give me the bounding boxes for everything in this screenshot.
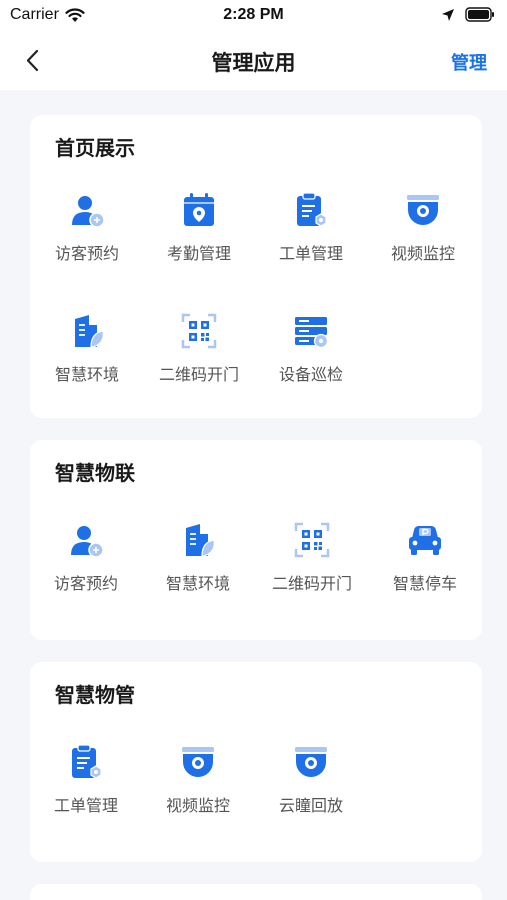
section-title: 智慧物联 — [55, 461, 135, 485]
camera-icon — [182, 747, 214, 777]
work-order-icon — [72, 744, 102, 779]
app-tile[interactable]: 云瞳回放 — [255, 744, 367, 854]
navigation-bar: 管理应用 管理 — [0, 34, 507, 90]
app-tile[interactable]: 设备巡检 — [255, 313, 367, 423]
app-label: 二维码开门 — [271, 574, 352, 593]
camera-icon — [295, 747, 327, 777]
manage-button[interactable]: 管理 — [451, 49, 487, 75]
status-bar: Carrier 2:28 PM — [0, 0, 507, 34]
section-title: 智慧物管 — [55, 683, 135, 707]
visitor-icon — [72, 196, 105, 228]
section-title: 首页展示 — [55, 136, 135, 160]
app-tile[interactable]: 访客预约 — [30, 522, 142, 632]
app-tile[interactable]: 二维码开门 — [143, 313, 255, 423]
app-label: 二维码开门 — [158, 365, 239, 384]
battery-icon — [465, 7, 494, 22]
qrcode-icon — [181, 313, 217, 349]
app-label: 考勤管理 — [166, 244, 231, 263]
location-arrow-icon — [442, 8, 454, 21]
section-card-partial — [30, 884, 482, 900]
app-label: 智慧停车 — [392, 574, 457, 593]
qrcode-icon — [294, 522, 330, 558]
app-label: 访客预约 — [54, 244, 119, 263]
app-tile[interactable]: 考勤管理 — [143, 192, 255, 302]
app-tile[interactable]: 视频监控 — [142, 744, 254, 854]
app-label: 云瞳回放 — [278, 796, 343, 815]
camera-icon — [407, 195, 439, 225]
app-label: 智慧环境 — [165, 574, 230, 593]
page-title: 管理应用 — [211, 51, 296, 75]
building-icon — [186, 524, 215, 557]
app-tile[interactable]: 视频监控 — [367, 192, 479, 302]
visitor-icon — [71, 526, 104, 558]
app-tile[interactable]: 二维码开门 — [256, 522, 368, 632]
section-card-smart-property: 智慧物管 工单管理 视频监控 云瞳回放 — [30, 662, 482, 862]
attendance-icon — [184, 193, 214, 226]
parking-car-icon — [409, 526, 441, 555]
app-label: 视频监控 — [390, 244, 455, 263]
app-tile[interactable]: 访客预约 — [31, 192, 143, 302]
device-inspection-icon — [295, 317, 329, 349]
app-label: 视频监控 — [165, 796, 230, 815]
app-label: 智慧环境 — [54, 365, 119, 384]
building-icon — [75, 315, 104, 348]
app-label: 工单管理 — [278, 244, 343, 263]
work-order-icon — [297, 192, 327, 227]
app-tile[interactable]: 智慧停车 — [369, 522, 481, 632]
app-label: 设备巡检 — [278, 365, 343, 384]
app-tile[interactable]: 智慧环境 — [31, 313, 143, 423]
status-time: 2:28 PM — [223, 6, 284, 23]
section-card-smart-iot: 智慧物联 访客预约 智慧环境 二维码开门 智慧停车 — [30, 440, 482, 640]
app-label: 工单管理 — [53, 796, 118, 815]
app-tile[interactable]: 工单管理 — [30, 744, 142, 854]
app-tile[interactable]: 智慧环境 — [142, 522, 254, 632]
app-label: 访客预约 — [53, 574, 118, 593]
section-card-home-display: 首页展示 访客预约 考勤管理 工单管理 视频监控 智慧环境 二维码开门 设备巡检 — [30, 115, 482, 418]
app-tile[interactable]: 工单管理 — [255, 192, 367, 302]
